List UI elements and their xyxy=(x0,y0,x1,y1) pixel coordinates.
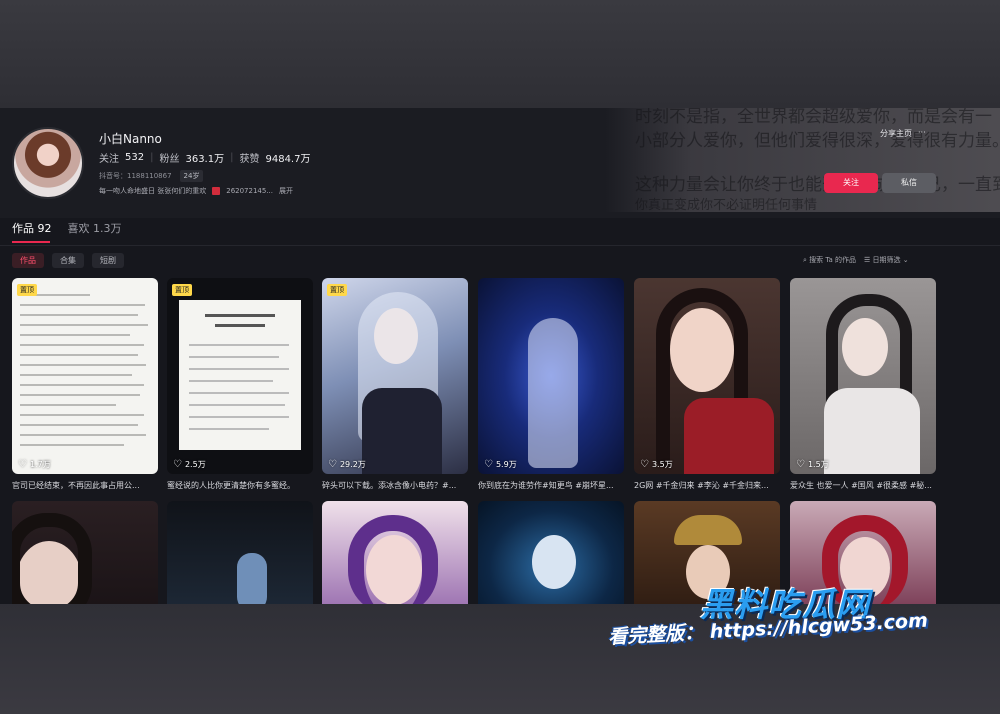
video-card[interactable]: 置顶 ♡ 1.7万 官司已经结束，不再因此事占用公... xyxy=(12,278,158,491)
video-card[interactable] xyxy=(167,501,313,604)
video-card[interactable]: ♡ 5.9万 你到底在为谁劳作#知更鸟 #崩坏星... xyxy=(478,278,624,491)
tab-works[interactable]: 作品 92 xyxy=(12,220,52,236)
profile-tabs: 作品 92 喜欢 1.3万 xyxy=(12,220,122,236)
profile-header: 时刻不是指，全世界都会超级爱你，而是会有一 小部分人爱你，但他们爱得很深，爱得很… xyxy=(0,108,1000,218)
like-count: ♡ 29.2万 xyxy=(328,459,366,470)
header-background-text: 时刻不是指，全世界都会超级爱你，而是会有一 小部分人爱你，但他们爱得很深，爱得很… xyxy=(605,108,1000,212)
pinned-badge: 置顶 xyxy=(327,284,347,296)
likes-label: 获赞 xyxy=(239,154,260,165)
heart-icon: ♡ xyxy=(484,459,493,470)
heart-icon: ♡ xyxy=(328,459,337,470)
video-caption: 官司已经结束，不再因此事占用公... xyxy=(12,481,140,490)
bg-text-line: 你真正变成你不必证明任何事情 xyxy=(635,198,818,212)
share-row: 分享主页 ··· xyxy=(880,128,926,139)
chip-works[interactable]: 作品 xyxy=(12,253,44,268)
heart-icon: ♡ xyxy=(796,459,805,470)
video-caption: 爱众生 也爱一人 #国风 #很柔感 #秘... xyxy=(790,481,932,490)
video-card[interactable]: ♡ 1.5万 爱众生 也爱一人 #国风 #很柔感 #秘... xyxy=(790,278,936,491)
followers-label: 粉丝 xyxy=(159,154,180,165)
follow-button[interactable]: 关注 xyxy=(824,173,878,193)
chevron-down-icon: ⌄ xyxy=(902,256,909,264)
video-thumbnail: ♡ 1.5万 xyxy=(790,278,936,474)
top-band xyxy=(0,0,1000,108)
bg-text-line: 时刻不是指，全世界都会超级爱你，而是会有一 xyxy=(635,108,992,127)
filter-chips: 作品 合集 短剧 xyxy=(12,253,124,268)
stat-divider: | xyxy=(150,152,154,163)
heart-icon: ♡ xyxy=(18,459,27,470)
age-badge: 24岁 xyxy=(179,170,204,182)
filter-icon: ☰ xyxy=(864,256,871,264)
uid: 抖音号：1188110867 xyxy=(99,172,172,180)
video-thumbnail: 置顶 ♡ 29.2万 xyxy=(322,278,468,474)
following-count[interactable]: 532 xyxy=(125,152,144,163)
uid-row: 抖音号：1188110867 24岁 xyxy=(99,170,204,182)
share-button[interactable]: 分享主页 xyxy=(880,128,912,139)
heart-icon: ♡ xyxy=(640,459,649,470)
chip-short-drama[interactable]: 短剧 xyxy=(92,253,124,268)
like-count: ♡ 5.9万 xyxy=(484,459,517,470)
bio-row: 每一吻人命地盛日 张张何们的重欢 262072145... 展开 xyxy=(99,186,293,196)
video-thumbnail: 置顶 ♡ 2.5万 xyxy=(167,278,313,474)
video-caption: 2G网 #千金归来 #李沁 #千金归来... xyxy=(634,481,769,490)
search-works-button[interactable]: ⌕ 搜索 Ta 的作品 xyxy=(803,255,856,265)
red-tag-icon xyxy=(212,187,221,195)
like-count: ♡ 1.7万 xyxy=(18,459,51,470)
bio-extra: 262072145... xyxy=(226,187,273,195)
bg-text-line: 这种力量会让你终于也能开始变成你自己，一直到 xyxy=(635,175,1000,195)
likes-count: 9484.7万 xyxy=(265,154,311,165)
video-card[interactable] xyxy=(12,501,158,604)
search-works-label: 搜索 Ta 的作品 xyxy=(809,256,857,264)
video-thumbnail xyxy=(167,501,313,604)
video-caption: 你到底在为谁劳作#知更鸟 #崩坏星... xyxy=(478,481,614,490)
video-thumbnail: ♡ 3.5万 xyxy=(634,278,780,474)
date-filter-label: 日期筛选 xyxy=(872,256,901,264)
video-card[interactable] xyxy=(322,501,468,604)
active-tab-indicator xyxy=(12,241,50,243)
avatar[interactable] xyxy=(12,127,84,199)
video-thumbnail xyxy=(322,501,468,604)
video-thumbnail xyxy=(12,501,158,604)
followers-count[interactable]: 363.1万 xyxy=(185,150,224,165)
message-button[interactable]: 私信 xyxy=(882,173,936,193)
stat-divider: | xyxy=(230,152,234,163)
date-filter-button[interactable]: ☰ 日期筛选 ⌄ xyxy=(864,255,909,265)
heart-icon: ♡ xyxy=(173,459,182,470)
like-count: ♡ 2.5万 xyxy=(173,459,206,470)
tab-likes[interactable]: 喜欢 1.3万 xyxy=(68,220,122,236)
video-card[interactable]: ♡ 3.5万 2G网 #千金归来 #李沁 #千金归来... xyxy=(634,278,780,491)
video-thumbnail xyxy=(478,501,624,604)
more-icon[interactable]: ··· xyxy=(918,128,926,139)
video-card[interactable] xyxy=(478,501,624,604)
video-thumbnail: 置顶 ♡ 1.7万 xyxy=(12,278,158,474)
video-caption: 蜜经说的人比你更清楚你有多蜜经。 xyxy=(167,481,295,490)
divider xyxy=(0,245,1000,246)
like-count: ♡ 1.5万 xyxy=(796,459,829,470)
chip-collections[interactable]: 合集 xyxy=(52,253,84,268)
video-card[interactable]: 置顶 ♡ 2.5万 蜜经说的人比你更清楚你有多蜜经。 xyxy=(167,278,313,491)
pinned-badge: 置顶 xyxy=(172,284,192,296)
app-window: 时刻不是指，全世界都会超级爱你，而是会有一 小部分人爱你，但他们爱得很深，爱得很… xyxy=(0,108,1000,604)
bio-text: 每一吻人命地盛日 张张何们的重欢 xyxy=(99,187,207,195)
bio-expand-link[interactable]: 展开 xyxy=(279,186,293,196)
search-icon: ⌕ xyxy=(803,256,807,264)
video-caption: 碎头可以下载。添冰含像小电药？#... xyxy=(322,481,457,490)
bg-text-line: 小部分人爱你，但他们爱得很深，爱得很有力量。 xyxy=(635,131,1000,151)
following-label: 关注 xyxy=(99,154,119,165)
video-card[interactable]: 置顶 ♡ 29.2万 碎头可以下载。添冰含像小电药？#... xyxy=(322,278,468,491)
profile-stats: 关注 532 | 粉丝 363.1万 | 获赞 9484.7万 xyxy=(99,150,310,165)
pinned-badge: 置顶 xyxy=(17,284,37,296)
grid-tools: ⌕ 搜索 Ta 的作品 ☰ 日期筛选 ⌄ xyxy=(803,255,909,265)
video-thumbnail: ♡ 5.9万 xyxy=(478,278,624,474)
profile-name: 小白Nanno xyxy=(99,132,162,146)
like-count: ♡ 3.5万 xyxy=(640,459,673,470)
